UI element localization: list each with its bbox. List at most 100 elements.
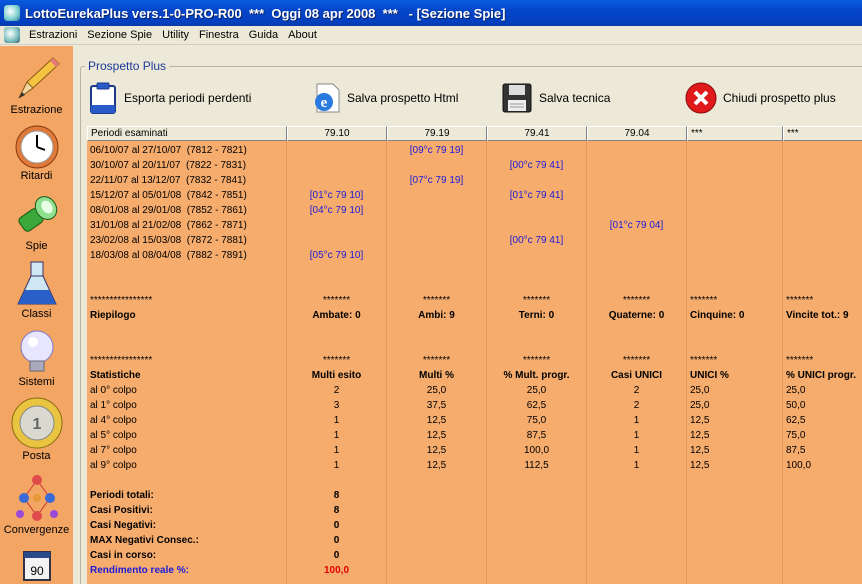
table-cell[interactable]: 1 [287, 413, 387, 428]
prospetto-grid[interactable]: Periodi esaminati 79.10 79.19 79.41 79.04 ***… [87, 126, 862, 584]
table-cell[interactable]: [09°c 79 19] [387, 143, 487, 158]
table-cell[interactable] [387, 563, 487, 578]
table-cell[interactable] [487, 473, 587, 488]
table-cell[interactable]: MAX Negativi Consec.: [87, 533, 287, 548]
sidebar-item-convergenze[interactable]: Convergenze [0, 474, 73, 536]
menu-about[interactable]: About [283, 29, 322, 41]
table-cell[interactable] [783, 233, 862, 248]
table-cell[interactable] [687, 488, 783, 503]
table-cell[interactable] [387, 248, 487, 263]
table-cell[interactable] [783, 278, 862, 293]
table-cell[interactable] [587, 518, 687, 533]
table-cell[interactable] [587, 503, 687, 518]
table-cell[interactable]: 1 [587, 443, 687, 458]
table-cell[interactable]: 1 [587, 413, 687, 428]
table-cell[interactable] [587, 233, 687, 248]
table-cell[interactable]: 0 [287, 533, 387, 548]
table-cell[interactable] [287, 473, 387, 488]
sidebar-item-sistemi[interactable]: Sistemi [0, 328, 73, 388]
table-cell[interactable] [487, 338, 587, 353]
table-cell[interactable]: ******* [487, 353, 587, 368]
table-cell[interactable] [387, 263, 487, 278]
table-cell[interactable] [587, 323, 687, 338]
table-cell[interactable]: 06/10/07 al 27/10/07 (7812 - 7821) [87, 143, 287, 158]
table-cell[interactable]: 12,5 [387, 428, 487, 443]
table-cell[interactable] [687, 533, 783, 548]
table-cell[interactable]: Terni: 0 [487, 308, 587, 323]
table-cell[interactable]: 15/12/07 al 05/01/08 (7842 - 7851) [87, 188, 287, 203]
table-cell[interactable]: Casi Negativi: [87, 518, 287, 533]
table-cell[interactable] [587, 533, 687, 548]
table-cell[interactable]: 62,5 [783, 413, 862, 428]
table-cell[interactable] [387, 338, 487, 353]
table-cell[interactable]: 30/10/07 al 20/11/07 (7822 - 7831) [87, 158, 287, 173]
column-header-c79-10[interactable]: 79.10 [287, 126, 387, 141]
column-header-c-b[interactable]: *** [783, 126, 862, 141]
table-cell[interactable] [387, 488, 487, 503]
table-cell[interactable]: [00°c 79 41] [487, 158, 587, 173]
table-cell[interactable] [687, 473, 783, 488]
table-cell[interactable] [587, 203, 687, 218]
table-cell[interactable]: % Mult. progr. [487, 368, 587, 383]
table-cell[interactable]: 62,5 [487, 398, 587, 413]
table-cell[interactable] [487, 203, 587, 218]
table-cell[interactable] [487, 278, 587, 293]
table-cell[interactable] [287, 218, 387, 233]
table-cell[interactable] [587, 143, 687, 158]
table-cell[interactable]: ******* [387, 353, 487, 368]
table-cell[interactable] [87, 323, 287, 338]
menu-sezione-spie[interactable]: Sezione Spie [82, 29, 157, 41]
table-cell[interactable] [387, 503, 487, 518]
table-cell[interactable]: 1 [287, 428, 387, 443]
table-cell[interactable]: 1 [287, 443, 387, 458]
table-cell[interactable]: UNICI % [687, 368, 783, 383]
table-cell[interactable]: 31/01/08 al 21/02/08 (7862 - 7871) [87, 218, 287, 233]
table-cell[interactable]: al 0° colpo [87, 383, 287, 398]
table-cell[interactable]: 0 [287, 518, 387, 533]
table-cell[interactable] [783, 158, 862, 173]
table-cell[interactable]: 75,0 [487, 413, 587, 428]
table-cell[interactable]: ******* [783, 293, 862, 308]
salva-tecnica-button[interactable]: Salva tecnica [501, 80, 610, 116]
table-cell[interactable] [687, 323, 783, 338]
table-cell[interactable]: ******* [287, 353, 387, 368]
table-cell[interactable] [687, 548, 783, 563]
column-header-c-a[interactable]: *** [687, 126, 783, 141]
table-cell[interactable]: Vincite tot.: 9 [783, 308, 862, 323]
table-cell[interactable] [783, 533, 862, 548]
table-cell[interactable] [387, 203, 487, 218]
table-cell[interactable]: Statistiche [87, 368, 287, 383]
table-cell[interactable]: 100,0 [487, 443, 587, 458]
table-cell[interactable]: 12,5 [687, 428, 783, 443]
table-cell[interactable] [387, 188, 487, 203]
table-cell[interactable]: 12,5 [387, 458, 487, 473]
table-cell[interactable] [487, 323, 587, 338]
table-cell[interactable] [587, 473, 687, 488]
table-cell[interactable] [587, 173, 687, 188]
table-cell[interactable]: Ambate: 0 [287, 308, 387, 323]
table-cell[interactable]: ******* [587, 353, 687, 368]
sidebar-item-spie[interactable]: Spie [0, 194, 73, 252]
table-cell[interactable] [783, 563, 862, 578]
esporta-periodi-button[interactable]: Esporta periodi perdenti [88, 80, 251, 116]
table-cell[interactable]: 23/02/08 al 15/03/08 (7872 - 7881) [87, 233, 287, 248]
menu-guida[interactable]: Guida [244, 29, 283, 41]
table-cell[interactable]: Casi Positivi: [87, 503, 287, 518]
table-cell[interactable] [87, 263, 287, 278]
table-cell[interactable]: [05°c 79 10] [287, 248, 387, 263]
table-cell[interactable] [387, 518, 487, 533]
table-cell[interactable] [587, 548, 687, 563]
table-cell[interactable] [687, 263, 783, 278]
menu-finestra[interactable]: Finestra [194, 29, 244, 41]
table-cell[interactable]: Quaterne: 0 [587, 308, 687, 323]
table-cell[interactable] [287, 143, 387, 158]
menu-utility[interactable]: Utility [157, 29, 194, 41]
table-cell[interactable]: Rendimento reale %: [87, 563, 287, 578]
table-cell[interactable]: Cinquine: 0 [687, 308, 783, 323]
table-cell[interactable]: 12,5 [687, 413, 783, 428]
sidebar-item-posta[interactable]: 1 Posta [0, 396, 73, 462]
table-cell[interactable]: ******* [387, 293, 487, 308]
table-cell[interactable] [783, 473, 862, 488]
table-cell[interactable] [387, 233, 487, 248]
table-cell[interactable]: [00°c 79 41] [487, 233, 587, 248]
